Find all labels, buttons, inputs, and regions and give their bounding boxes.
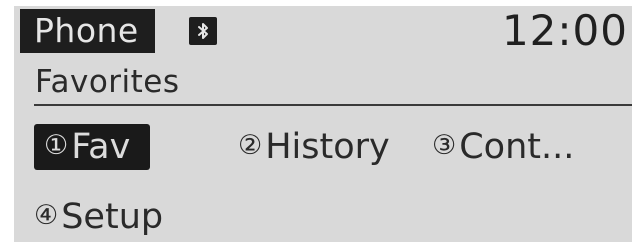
menu-item-contacts[interactable]: ③ Cont... [432,124,574,170]
menu-item-setup[interactable]: ④ Setup [34,194,163,240]
status-bar: Phone 12:00 [14,6,632,58]
title-divider [34,104,632,106]
head-unit-screen: Phone 12:00 Favorites ① Fav ② History ③ … [14,6,632,242]
menu-item-fav[interactable]: ① Fav [34,124,151,170]
bluetooth-icon [189,17,217,45]
menu-item-number: ④ [34,200,59,231]
clock: 12:00 [501,6,628,55]
menu-item-label: History [265,127,390,167]
menu-item-label: Fav [71,127,131,167]
menu-item-number: ① [44,130,69,161]
menu-item-number: ② [238,130,263,161]
menu-item-history[interactable]: ② History [238,124,390,170]
app-title: Phone [20,9,155,53]
page-title: Favorites [35,64,180,100]
menu-item-label: Setup [61,197,164,237]
menu-item-number: ③ [432,130,457,161]
menu-item-label: Cont... [459,127,575,167]
